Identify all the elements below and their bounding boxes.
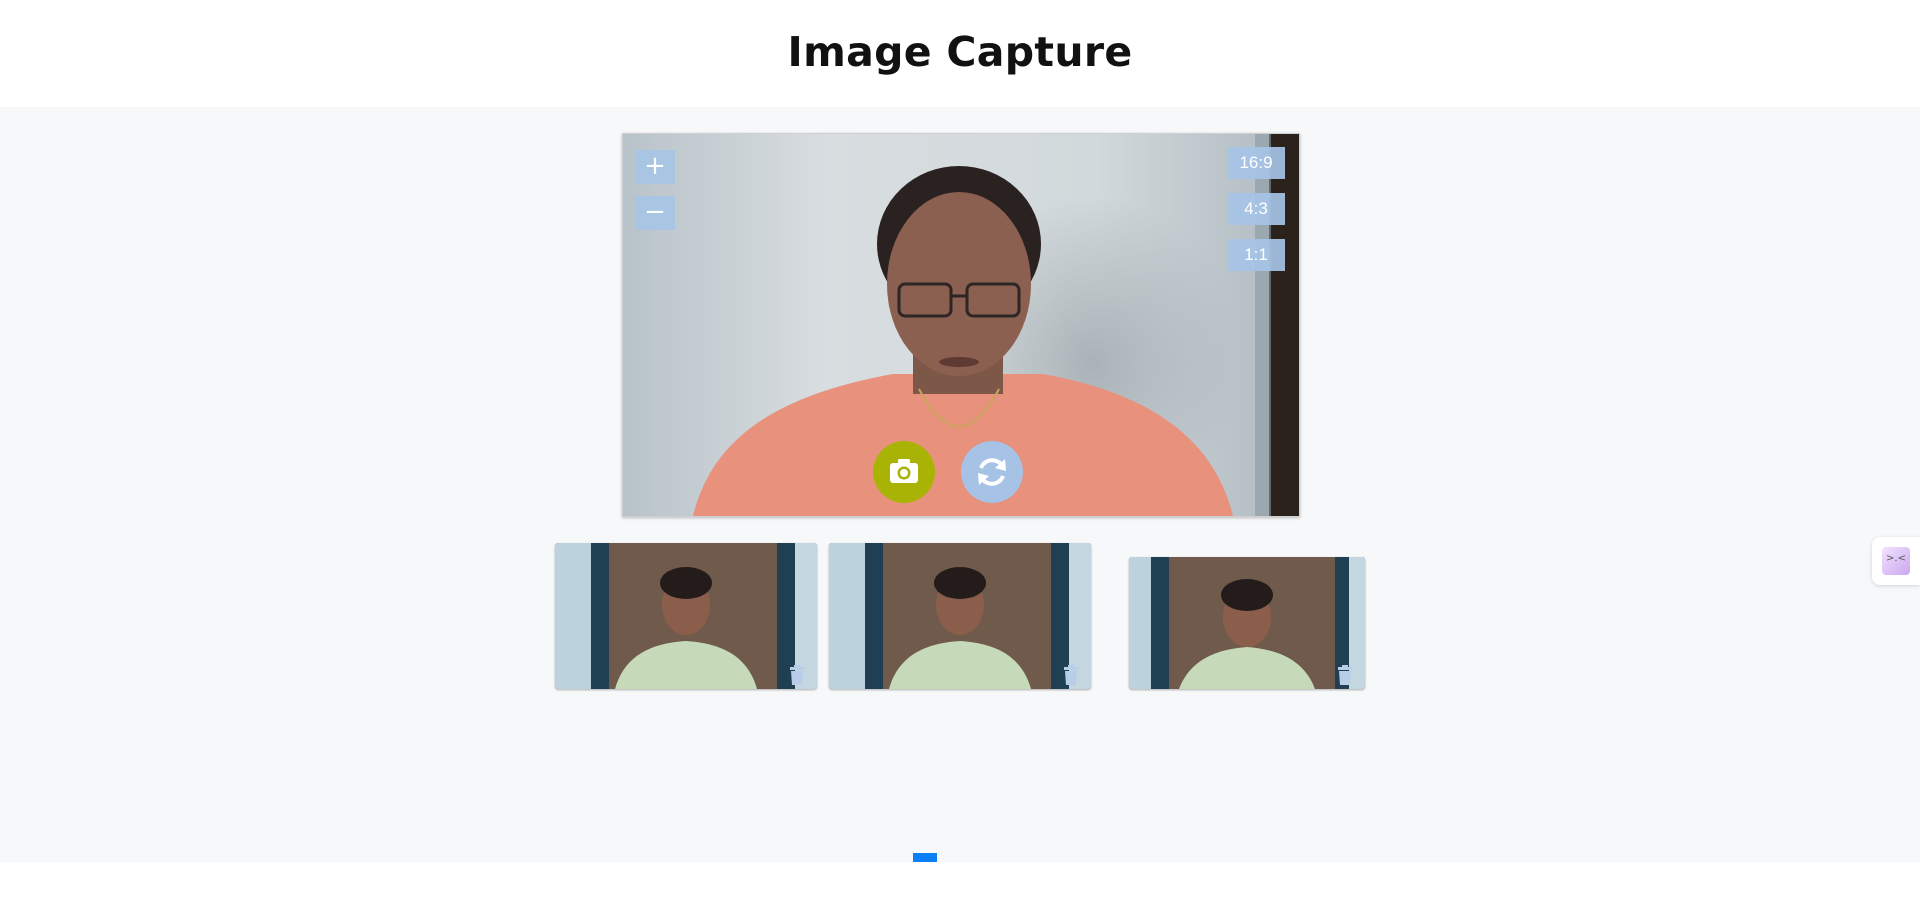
aspect-ratio-16-9-button[interactable]: 16:9: [1227, 147, 1285, 179]
page-title: Image Capture: [787, 28, 1133, 76]
camera-icon: [890, 459, 918, 483]
captured-image-thumbnail[interactable]: [555, 543, 817, 689]
aspect-ratio-4-3-button[interactable]: 4:3: [1227, 193, 1285, 225]
captured-image: [555, 543, 817, 689]
trash-icon[interactable]: [788, 665, 806, 685]
switch-camera-button[interactable]: [961, 441, 1023, 503]
captured-image-thumbnail[interactable]: [1129, 557, 1365, 689]
page-header: Image Capture: [0, 0, 1920, 107]
refresh-icon: [978, 458, 1006, 486]
floating-assistant-widget[interactable]: >.<: [1872, 537, 1920, 585]
trash-icon[interactable]: [1336, 665, 1354, 685]
zoom-in-button[interactable]: +: [635, 150, 675, 184]
captured-image: [829, 543, 1091, 689]
assistant-icon: >.<: [1882, 547, 1910, 575]
aspect-ratio-1-1-button[interactable]: 1:1: [1227, 239, 1285, 271]
camera-preview: + − 16:9 4:3 1:1: [622, 133, 1300, 517]
capture-area: + − 16:9 4:3 1:1 >.<: [0, 107, 1920, 893]
svg-text:>.<: >.<: [1886, 553, 1906, 564]
capture-button[interactable]: [873, 441, 935, 503]
trash-icon[interactable]: [1062, 665, 1080, 685]
page-footer: [0, 862, 1920, 904]
zoom-out-button[interactable]: −: [635, 196, 675, 230]
captured-image-thumbnail[interactable]: [829, 543, 1091, 689]
captured-image: [1129, 557, 1365, 689]
